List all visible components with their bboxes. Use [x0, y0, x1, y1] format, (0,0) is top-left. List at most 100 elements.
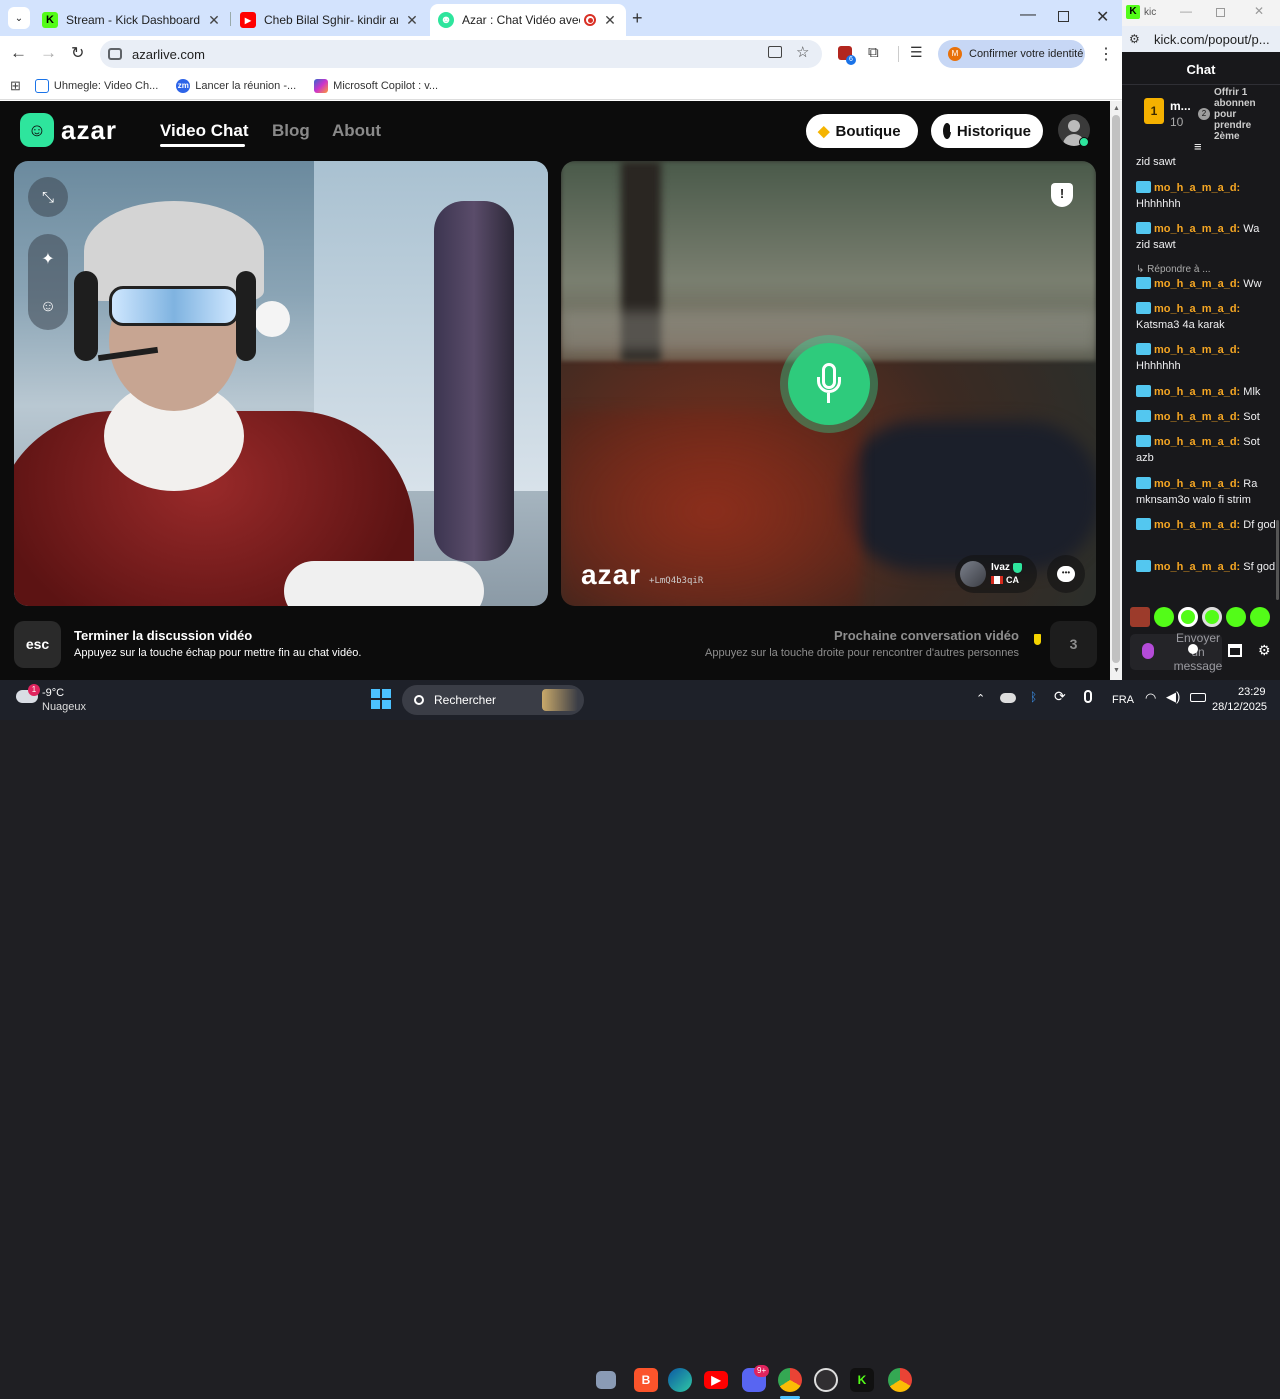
peer-profile-chip[interactable]: Ivaz CA: [955, 555, 1037, 593]
chat-message: mo_h_a_m_a_d: Ww: [1136, 276, 1276, 292]
maximize-button[interactable]: [1058, 11, 1069, 22]
page-scrollbar[interactable]: ▲ ▼: [1110, 101, 1122, 680]
chat-message: mo_h_a_m_a_d: Sot azb: [1136, 434, 1276, 466]
obs-icon[interactable]: [814, 1368, 838, 1392]
task-view-icon[interactable]: [596, 1371, 616, 1389]
watermark-id: +LmQ4b3qiR: [649, 576, 704, 586]
clock-time[interactable]: 23:29: [1238, 686, 1266, 698]
esc-key-button[interactable]: esc: [14, 621, 61, 668]
emoji-icon[interactable]: [1188, 644, 1198, 654]
tab-search-button[interactable]: ⌄: [8, 7, 30, 29]
close-icon[interactable]: ✕: [206, 12, 222, 29]
chat-username[interactable]: mo_h_a_m_a_d:: [1154, 561, 1240, 573]
top-gifter[interactable]: 1 m... 10 2 Offrir 1 abonnen pour prendr…: [1136, 87, 1276, 144]
chrome-icon[interactable]: [778, 1368, 802, 1392]
close-icon[interactable]: ✕: [602, 12, 618, 29]
youtube-icon[interactable]: ▶: [704, 1371, 728, 1389]
start-button[interactable]: [371, 689, 391, 709]
minimize-button[interactable]: —: [1180, 4, 1192, 18]
extensions-icon[interactable]: ⧉: [868, 44, 879, 61]
chat-username[interactable]: mo_h_a_m_a_d:: [1154, 182, 1240, 194]
peer-avatar: [960, 561, 986, 587]
mic-tray-icon[interactable]: [1084, 690, 1092, 703]
menu-icon[interactable]: ⋮: [1098, 44, 1114, 64]
onedrive-icon[interactable]: [1000, 693, 1016, 703]
report-shield-icon[interactable]: !: [1051, 183, 1073, 207]
reload-button[interactable]: ↻: [71, 43, 84, 63]
chat-username[interactable]: mo_h_a_m_a_d:: [1154, 223, 1240, 235]
bookmark-copilot[interactable]: Microsoft Copilot : v...: [314, 78, 438, 93]
fullscreen-toggle-button[interactable]: ⤡: [28, 177, 68, 217]
face-filter-icon[interactable]: ☺: [40, 298, 56, 316]
maximize-button[interactable]: [1216, 8, 1225, 17]
historique-label: Historique: [956, 122, 1031, 140]
boutique-button[interactable]: ◆ Boutique: [806, 114, 918, 148]
kick-studio-icon[interactable]: K: [850, 1368, 874, 1392]
chat-username[interactable]: mo_h_a_m_a_d:: [1154, 436, 1240, 448]
weather-widget[interactable]: 1 -9°C Nuageux: [14, 684, 104, 716]
emote-icon[interactable]: [1130, 607, 1150, 627]
historique-button[interactable]: Historique: [931, 114, 1043, 148]
emote-icon[interactable]: [1226, 607, 1246, 627]
battery-icon[interactable]: [1190, 693, 1206, 702]
volume-icon[interactable]: ◀): [1166, 689, 1180, 705]
chat-username[interactable]: mo_h_a_m_a_d:: [1154, 519, 1240, 531]
chat-username[interactable]: mo_h_a_m_a_d:: [1154, 303, 1240, 315]
emote-icon[interactable]: [1250, 607, 1270, 627]
kick-icon: K: [1126, 5, 1140, 19]
chat-username[interactable]: mo_h_a_m_a_d:: [1154, 478, 1240, 490]
chat-scrollbar[interactable]: [1276, 520, 1279, 600]
site-settings-icon[interactable]: ⚙: [1129, 32, 1140, 46]
azar-logo[interactable]: ☺ azar: [20, 113, 117, 147]
nav-about[interactable]: About: [332, 121, 381, 141]
bluetooth-icon[interactable]: ᛒ: [1030, 690, 1037, 704]
close-icon[interactable]: ✕: [404, 12, 420, 29]
tab-kick-dashboard[interactable]: K Stream - Kick Dashboard ✕: [34, 4, 230, 36]
chat-text: Sf god: [1243, 561, 1276, 573]
emote-icon[interactable]: [1202, 607, 1222, 627]
wifi-icon[interactable]: ◠: [1145, 690, 1156, 706]
verified-dot-icon: [1079, 137, 1089, 147]
taskbar-search[interactable]: Rechercher: [402, 685, 584, 715]
brave-icon[interactable]: B: [634, 1368, 658, 1392]
apps-icon[interactable]: ⊞: [10, 78, 21, 94]
site-info-icon[interactable]: [108, 48, 122, 60]
next-chat-button[interactable]: 3: [1050, 621, 1097, 668]
new-tab-button[interactable]: +: [632, 8, 643, 29]
chrome-profile-icon[interactable]: [888, 1368, 912, 1392]
edge-icon[interactable]: [668, 1368, 692, 1392]
chat-bubble-button[interactable]: •••: [1047, 555, 1085, 593]
store-icon[interactable]: [1228, 644, 1242, 657]
tab-azar[interactable]: ☻ Azar : Chat Vidéo avec de n ✕: [430, 4, 626, 36]
emote-icon[interactable]: [1178, 607, 1198, 627]
sync-icon[interactable]: ⟳: [1054, 688, 1066, 705]
nav-video-chat[interactable]: Video Chat: [160, 121, 248, 141]
chat-username[interactable]: mo_h_a_m_a_d:: [1154, 344, 1240, 356]
tray-chevron-icon[interactable]: ⌃: [976, 692, 985, 705]
profile-button[interactable]: M Confirmer votre identité: [938, 40, 1085, 68]
close-window-button[interactable]: ✕: [1254, 4, 1264, 18]
microphone-icon[interactable]: [1142, 643, 1154, 659]
chat-username[interactable]: mo_h_a_m_a_d:: [1154, 411, 1240, 423]
bookmark-uhmegle[interactable]: Uhmegle: Video Ch...: [34, 78, 158, 93]
media-control-icon[interactable]: ☰: [910, 44, 923, 61]
minimize-button[interactable]: —: [1020, 6, 1036, 24]
bookmark-zoom[interactable]: zm Lancer la réunion -...: [176, 78, 296, 93]
tab-youtube[interactable]: ▶ Cheb Bilal Sghir- kindir ana - Yo ✕: [232, 4, 428, 36]
chat-username[interactable]: mo_h_a_m_a_d:: [1154, 278, 1240, 290]
nav-blog[interactable]: Blog: [272, 121, 310, 141]
forward-button[interactable]: →: [40, 43, 57, 63]
install-icon[interactable]: [768, 46, 782, 58]
tab-title: Azar : Chat Vidéo avec de n: [462, 13, 580, 27]
language-indicator[interactable]: FRA: [1112, 694, 1134, 706]
settings-gear-icon[interactable]: ⚙: [1258, 642, 1271, 659]
address-bar[interactable]: azarlive.com ☆: [100, 40, 822, 68]
emote-icon[interactable]: [1154, 607, 1174, 627]
filter-icon[interactable]: ≡: [1194, 139, 1202, 154]
bookmark-star-icon[interactable]: ☆: [796, 43, 809, 61]
close-window-button[interactable]: ✕: [1096, 7, 1109, 27]
sparkle-effects-icon[interactable]: ✦: [41, 249, 54, 269]
chat-username[interactable]: mo_h_a_m_a_d:: [1154, 386, 1240, 398]
back-button[interactable]: ←: [10, 43, 27, 63]
clock-date[interactable]: 28/12/2025: [1212, 701, 1267, 713]
